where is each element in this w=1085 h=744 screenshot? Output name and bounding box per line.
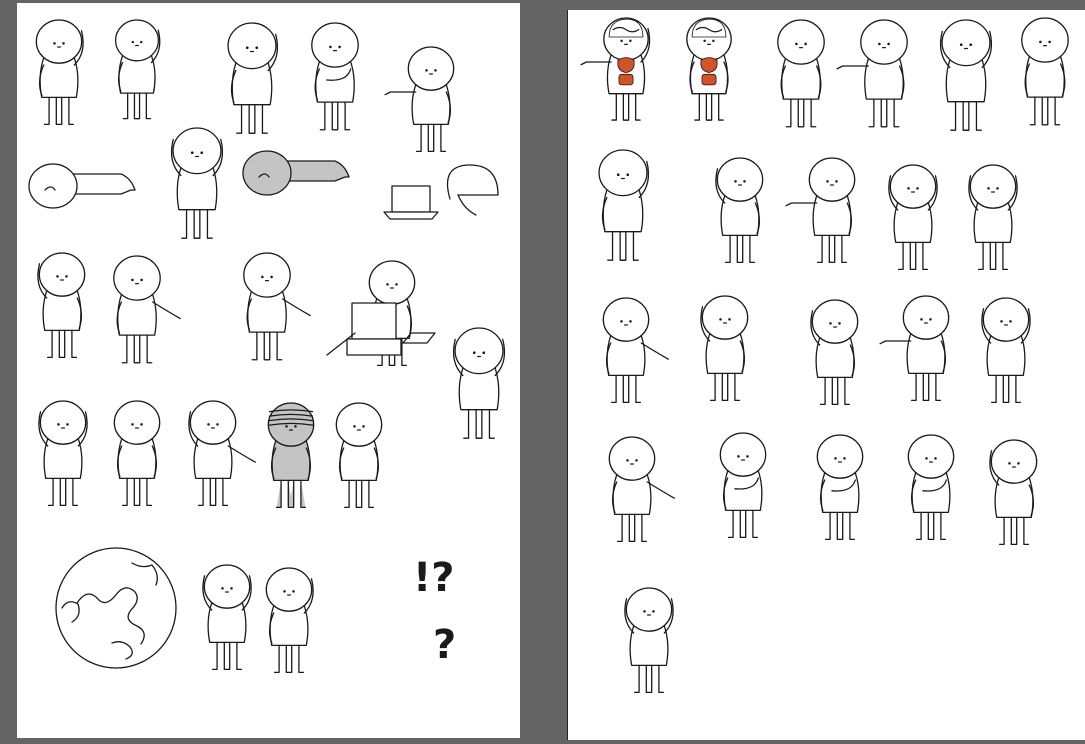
doodle-figure <box>981 297 1031 404</box>
left-sheet: !? ? <box>17 3 520 738</box>
doodle-figure-doctor <box>715 157 764 264</box>
doodle-figure <box>939 19 993 131</box>
globe-icon <box>55 547 177 669</box>
exclaim-question-glyph: !? <box>413 555 454 601</box>
doodle-figure <box>265 567 314 674</box>
left-sheet-art: !? ? <box>28 19 506 674</box>
right-figures <box>580 17 1069 694</box>
helmet-icon <box>446 164 499 216</box>
doodle-figure <box>188 400 256 507</box>
doodle-figure <box>608 436 675 543</box>
doodle-figure-anatomy <box>580 17 651 121</box>
doodle-figure <box>335 402 383 509</box>
computer-desk-icon <box>326 302 436 356</box>
doodle-figure <box>37 252 86 359</box>
doodle-figure-anatomy <box>686 17 732 121</box>
doodle-figure <box>170 127 224 239</box>
doodle-figure <box>598 149 650 261</box>
right-sheet-art <box>580 17 1069 694</box>
doodle-figure <box>836 19 908 128</box>
doodle-figure-clipboard <box>719 432 767 539</box>
doodle-figure-doctor <box>700 295 749 402</box>
doodle-figure <box>624 587 674 694</box>
doodle-figure-bearded <box>35 19 84 126</box>
doodle-figure <box>227 22 279 134</box>
doodle-figure <box>816 434 864 541</box>
right-sheet <box>567 10 1085 740</box>
doodle-figure <box>1021 17 1069 126</box>
doodle-figure <box>810 299 859 406</box>
doodle-figure-eyepatch <box>113 400 161 507</box>
doodle-figure <box>114 19 161 120</box>
question-glyph: ? <box>433 622 456 668</box>
doodle-figure <box>989 439 1038 546</box>
doodle-figure <box>888 164 938 271</box>
doodle-figure <box>384 46 455 153</box>
doodle-figure-face-covered <box>38 400 88 507</box>
doodle-figure <box>968 164 1018 271</box>
doodle-figure <box>113 255 181 364</box>
doodle-figure <box>243 252 311 361</box>
doodle-figure <box>202 564 252 671</box>
doodle-figure-bandaged <box>267 402 315 509</box>
doodle-figure <box>311 22 359 131</box>
doodle-figure-lying-gray <box>242 150 350 196</box>
doodle-figure-back <box>777 19 825 128</box>
doodle-figure <box>602 297 669 404</box>
doodle-figure <box>907 434 955 541</box>
laptop-icon <box>383 185 439 220</box>
doodle-figure-lying <box>28 163 136 209</box>
doodle-figure-doctor <box>785 157 856 264</box>
doodle-figure <box>452 327 506 439</box>
doodle-figure <box>879 295 950 402</box>
